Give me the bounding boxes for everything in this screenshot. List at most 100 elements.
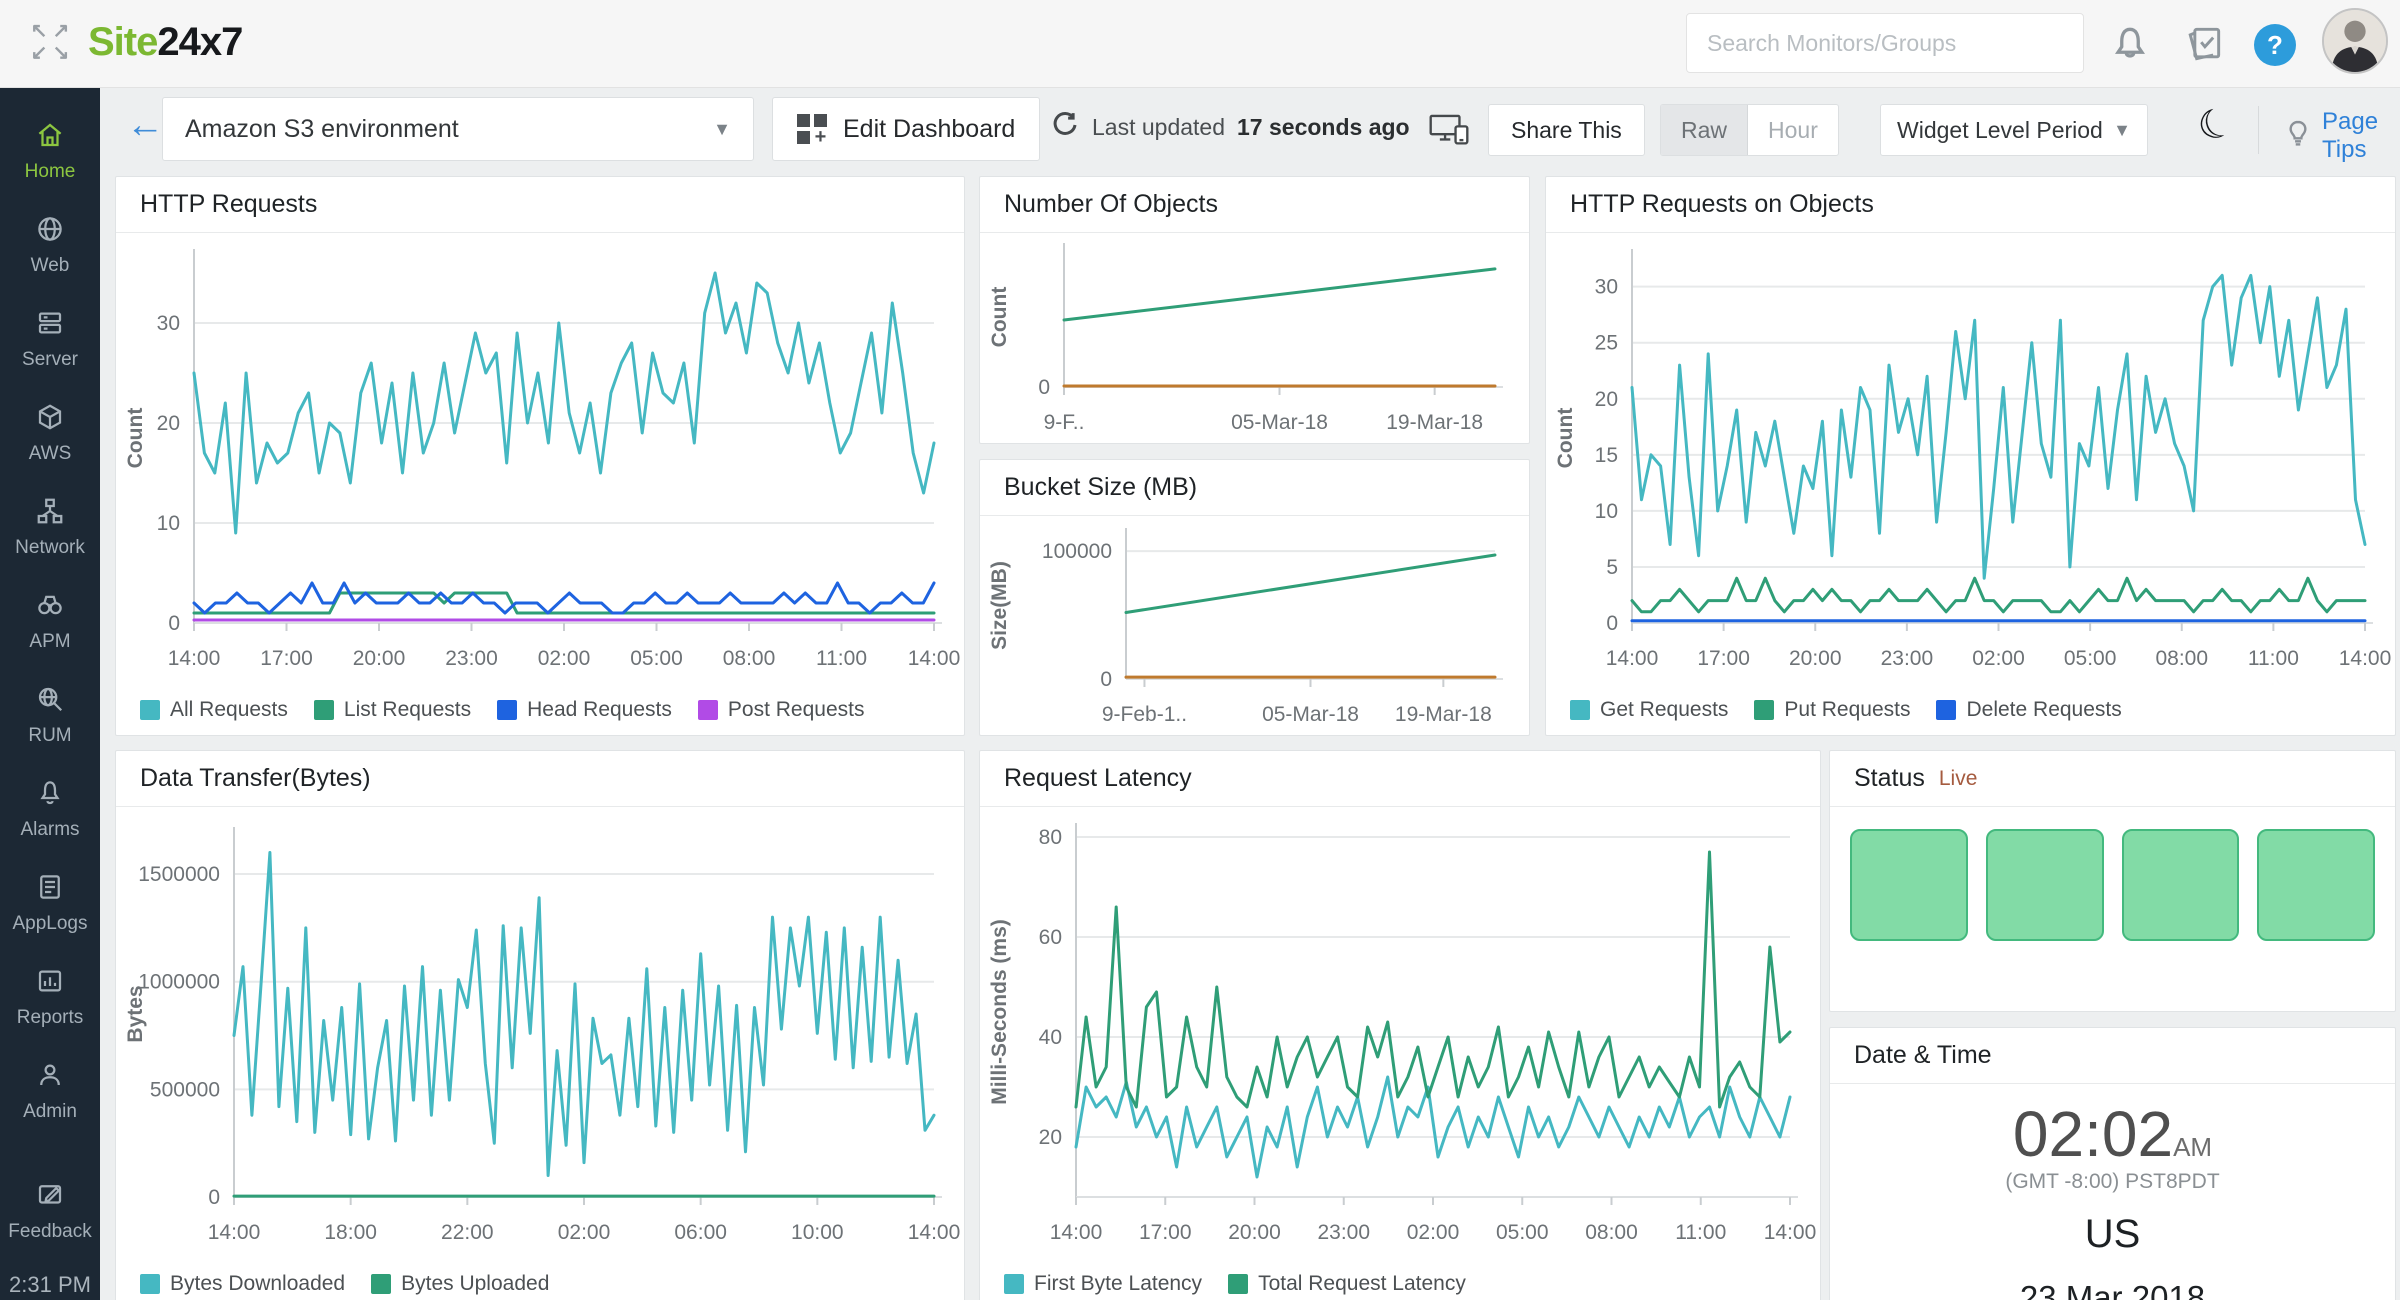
legend-item[interactable]: Put Requests [1754, 698, 1910, 722]
sidebar-item-admin[interactable]: Admin [0, 1044, 100, 1138]
legend-item[interactable]: Total Request Latency [1228, 1272, 1466, 1296]
toggle-option-raw[interactable]: Raw [1661, 105, 1748, 155]
legend: All Requests List Requests Head Requests Po… [116, 685, 964, 735]
svg-text:80: 80 [1039, 826, 1062, 849]
svg-text:14:00: 14:00 [2339, 647, 2392, 670]
legend-swatch-icon [1228, 1274, 1248, 1294]
expand-arrows-icon[interactable]: ↖↗↙↘ [28, 21, 72, 65]
svg-text:11:00: 11:00 [1675, 1221, 1726, 1244]
share-this-button[interactable]: Share This [1488, 104, 1645, 156]
status-box[interactable] [2122, 829, 2240, 941]
status-box[interactable] [1986, 829, 2104, 941]
legend-item[interactable]: Bytes Uploaded [371, 1272, 549, 1296]
data-transfer-chart[interactable]: 05000001000000150000014:0018:0022:0002:0… [116, 807, 964, 1259]
legend-item[interactable]: Post Requests [698, 698, 865, 722]
svg-text:0: 0 [1606, 612, 1618, 635]
legend: Get Requests Put Requests Delete Requests [1546, 685, 2395, 735]
legend: Bytes Downloaded Bytes Uploaded [116, 1259, 964, 1300]
binoculars-icon [35, 590, 65, 625]
sidebar-item-web[interactable]: Web [0, 198, 100, 292]
svg-text:14:00: 14:00 [1606, 647, 1659, 670]
sidebar-item-network[interactable]: Network [0, 480, 100, 574]
svg-text:Milli-Seconds (ms): Milli-Seconds (ms) [988, 919, 1011, 1105]
svg-text:11:00: 11:00 [816, 647, 867, 670]
sidebar-item-label: AWS [29, 443, 72, 465]
search-input[interactable] [1707, 30, 2063, 57]
svg-text:06:00: 06:00 [674, 1221, 727, 1244]
legend-item[interactable]: All Requests [140, 698, 288, 722]
panel-title: HTTP Requests [140, 190, 317, 219]
widget-level-period-select[interactable]: Widget Level Period ▼ [1880, 104, 2148, 156]
legend-label: List Requests [344, 698, 471, 722]
devices-icon[interactable] [1428, 112, 1470, 146]
svg-text:Count: Count [1554, 408, 1577, 469]
sidebar-item-alarms[interactable]: Alarms [0, 762, 100, 856]
sidebar-item-home[interactable]: Home [0, 104, 100, 198]
legend-item[interactable]: Get Requests [1570, 698, 1728, 722]
legend-item[interactable]: First Byte Latency [1004, 1272, 1202, 1296]
toggle-option-hour[interactable]: Hour [1748, 105, 1838, 155]
clock-date: 23 Mar 2018 [2020, 1279, 2205, 1300]
sidebar-item-label: Alarms [20, 819, 79, 841]
legend-item[interactable]: Delete Requests [1936, 698, 2121, 722]
sidebar-item-label: Admin [23, 1101, 77, 1123]
page-tips-label: Page Tips [2322, 108, 2400, 164]
dark-mode-moon-icon[interactable]: ☾ [2191, 97, 2241, 153]
share-this-label: Share This [1511, 117, 1622, 144]
user-avatar[interactable] [2322, 8, 2388, 74]
sidebar-item-server[interactable]: Server [0, 292, 100, 386]
svg-text:0: 0 [1038, 376, 1050, 399]
bell-icon[interactable] [2108, 22, 2152, 66]
logo[interactable]: ↖↗↙↘ Site24x7 [28, 20, 242, 65]
network-icon [35, 496, 65, 531]
edit-dashboard-button[interactable]: + Edit Dashboard [772, 97, 1040, 161]
legend-item[interactable]: Head Requests [497, 698, 672, 722]
legend-label: Bytes Uploaded [401, 1272, 549, 1296]
svg-text:17:00: 17:00 [260, 647, 313, 670]
back-button[interactable]: ← [126, 106, 164, 144]
server-icon [35, 308, 65, 343]
status-box[interactable] [1850, 829, 1968, 941]
legend-item[interactable]: Bytes Downloaded [140, 1272, 345, 1296]
sidebar-item-rum[interactable]: RUM [0, 668, 100, 762]
clock-time: 02:02AM [2013, 1102, 2212, 1166]
panel-status: Status Live [1829, 750, 2396, 1012]
sidebar-item-aws[interactable]: AWS [0, 386, 100, 480]
svg-text:9-F..: 9-F.. [1044, 411, 1085, 434]
sidebar-item-reports[interactable]: Reports [0, 950, 100, 1044]
request-latency-chart[interactable]: 2040608014:0017:0020:0023:0002:0005:0008… [980, 807, 1820, 1259]
http-requests-chart[interactable]: 010203014:0017:0020:0023:0002:0005:0008:… [116, 233, 964, 685]
sidebar-item-feedback[interactable]: Feedback [0, 1164, 100, 1258]
sidebar-item-label: APM [29, 631, 70, 653]
topbar: ↖↗↙↘ Site24x7 ? [0, 0, 2400, 88]
legend-swatch-icon [314, 700, 334, 720]
svg-text:25: 25 [1595, 332, 1618, 355]
search-monitors-box[interactable] [1686, 13, 2084, 73]
legend: First Byte Latency Total Request Latency [980, 1259, 1820, 1300]
legend-swatch-icon [140, 1274, 160, 1294]
number-of-objects-chart[interactable]: 09-F..05-Mar-1819-Mar-18Count [980, 233, 1529, 443]
http-requests-on-objects-chart[interactable]: 05101520253014:0017:0020:0023:0002:0005:… [1546, 233, 2395, 685]
legend-item[interactable]: List Requests [314, 698, 471, 722]
brand-logo: Site24x7 [88, 20, 242, 65]
legend-label: All Requests [170, 698, 288, 722]
last-updated-prefix: Last updated [1092, 114, 1225, 141]
status-box[interactable] [2257, 829, 2375, 941]
sidebar-item-applogs[interactable]: AppLogs [0, 856, 100, 950]
svg-text:14:00: 14:00 [908, 1221, 961, 1244]
dashboard-toolbar: ← Amazon S3 environment ▼ + Edit Dashboa… [100, 88, 2400, 174]
live-badge: Live [1939, 767, 1978, 791]
svg-text:23:00: 23:00 [1317, 1221, 1370, 1244]
help-icon[interactable]: ? [2254, 24, 2296, 66]
svg-text:40: 40 [1039, 1026, 1062, 1049]
refresh-icon[interactable] [1050, 110, 1080, 145]
tasks-icon[interactable] [2182, 22, 2226, 66]
chevron-down-icon: ▼ [2113, 120, 2131, 141]
dashboard-select[interactable]: Amazon S3 environment ▼ [162, 97, 754, 161]
bell-icon [35, 778, 65, 813]
page-tips-link[interactable]: Page Tips [2282, 108, 2400, 164]
panel-title: Status [1854, 764, 1925, 793]
panel-title: Request Latency [1004, 764, 1192, 793]
sidebar-item-apm[interactable]: APM [0, 574, 100, 668]
bucket-size-chart[interactable]: 01000009-Feb-1..05-Mar-1819-Mar-18Size(M… [980, 516, 1529, 735]
